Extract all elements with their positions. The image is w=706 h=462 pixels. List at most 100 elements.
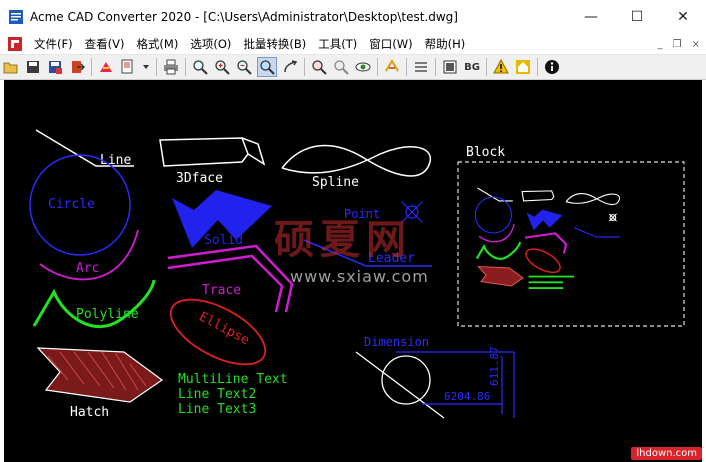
dropdown-button[interactable] (141, 58, 151, 76)
document-icon[interactable] (8, 37, 22, 51)
solid-label: Solid (204, 233, 243, 248)
dimension-label: Dimension (364, 335, 429, 349)
watermark-logo: 硕夏网 (274, 217, 412, 263)
menu-format[interactable]: 格式(M) (130, 36, 184, 52)
zoom-window-icon (193, 60, 208, 75)
ellipse-label: Ellipse (196, 309, 252, 348)
trace-label: Trace (202, 283, 241, 298)
toolbar-separator (185, 58, 186, 76)
warning-button[interactable] (492, 58, 510, 76)
measure-button[interactable] (412, 58, 430, 76)
open-icon (3, 62, 18, 74)
menu-file[interactable]: 文件(F) (28, 36, 79, 52)
menu-bar: 文件(F) 查看(V) 格式(M) 选项(O) 批量转换(B) 工具(T) 窗口… (0, 34, 706, 55)
app-icon (9, 10, 23, 24)
save-button[interactable] (24, 58, 42, 76)
toolbar-separator (377, 58, 378, 76)
convert-icon (100, 62, 112, 72)
measure-icon (415, 62, 427, 72)
title-bar: Acme CAD Converter 2020 - [C:\Users\Admi… (0, 0, 706, 34)
menu-help[interactable]: 帮助(H) (419, 36, 472, 52)
mdi-minimize-button[interactable]: _ (658, 39, 663, 50)
multiline-text-1: MultiLine Text (178, 372, 288, 387)
zoom-out-button[interactable] (235, 58, 253, 76)
hatch-entity (36, 347, 164, 403)
mdi-restore-button[interactable]: ❐ (673, 39, 682, 50)
menu-tools[interactable]: 工具(T) (312, 36, 363, 52)
open-button[interactable] (2, 58, 20, 76)
print-preview-button[interactable] (119, 58, 137, 76)
export-button[interactable] (68, 58, 86, 76)
export-icon (72, 61, 85, 73)
maximize-button[interactable]: ☐ (614, 0, 660, 34)
block-label: Block (466, 145, 505, 160)
arc-label: Arc (76, 261, 99, 276)
save-as-icon (49, 61, 62, 74)
mdi-close-button[interactable]: × (692, 39, 700, 50)
multiline-text-3: Line Text3 (178, 402, 256, 417)
view-icon (355, 62, 371, 72)
warning-icon (493, 59, 509, 74)
block-frame (457, 161, 685, 327)
pan-icon (284, 60, 298, 73)
zoom-previous-button[interactable] (310, 58, 328, 76)
maximize-icon: ☐ (630, 9, 644, 25)
multiline-text-2: Line Text2 (178, 387, 256, 402)
zoom-in-button[interactable] (213, 58, 231, 76)
layer-icon (385, 59, 399, 72)
page-button[interactable] (441, 58, 459, 76)
view-button[interactable] (354, 58, 372, 76)
page-icon (443, 60, 457, 74)
zoom-realtime-icon (260, 60, 275, 75)
menu-view[interactable]: 查看(V) (79, 36, 131, 52)
window-title: Acme CAD Converter 2020 - [C:\Users\Admi… (30, 10, 458, 24)
background-icon: BG (464, 61, 480, 73)
menu-options[interactable]: 选项(O) (184, 36, 237, 52)
zoom-previous-icon (312, 60, 327, 75)
home-button[interactable] (514, 58, 532, 76)
save-as-button[interactable] (46, 58, 64, 76)
dimension-circle (381, 355, 431, 405)
toolbar-separator (304, 58, 305, 76)
zoom-extents-icon (334, 60, 349, 75)
menu-batch-convert[interactable]: 批量转换(B) (237, 36, 312, 52)
menu-window[interactable]: 窗口(W) (363, 36, 418, 52)
toolbar: BG (0, 55, 706, 80)
face3d-entity (159, 137, 266, 167)
background-button[interactable]: BG (463, 58, 481, 76)
layer-button[interactable] (383, 58, 401, 76)
minimize-button[interactable]: — (568, 0, 614, 34)
dropdown-icon (143, 65, 149, 69)
hatch-label: Hatch (70, 405, 109, 420)
minimize-icon: — (584, 9, 598, 25)
info-icon (545, 60, 559, 74)
zoom-realtime-button[interactable] (257, 57, 277, 77)
toolbar-separator (91, 58, 92, 76)
block-contents (474, 187, 621, 289)
close-button[interactable]: ✕ (660, 0, 706, 34)
spline-entity (281, 144, 431, 177)
polyline-label: Polyline (76, 307, 139, 322)
print-preview-icon (121, 59, 133, 74)
site-badge: lhdown.com (631, 447, 702, 460)
pan-button[interactable] (281, 58, 299, 76)
dimension-value-2: 611.87 (488, 346, 501, 386)
zoom-extents-button[interactable] (332, 58, 350, 76)
toolbar-separator (406, 58, 407, 76)
print-button[interactable] (162, 58, 180, 76)
face3d-label: 3Dface (176, 171, 223, 186)
convert-button[interactable] (97, 58, 115, 76)
watermark-url: www.sxiaw.com (290, 267, 429, 286)
toolbar-separator (435, 58, 436, 76)
print-icon (164, 59, 178, 75)
close-icon: ✕ (677, 9, 689, 25)
zoom-in-icon (215, 60, 230, 75)
spline-label: Spline (312, 175, 359, 190)
zoom-window-button[interactable] (191, 58, 209, 76)
info-button[interactable] (543, 58, 561, 76)
dimension-value-1: 6204.86 (444, 390, 490, 403)
drawing-canvas[interactable]: Line 3Dface Spline Circle Solid Arc Poin… (4, 80, 702, 462)
circle-label: Circle (48, 197, 95, 212)
toolbar-separator (156, 58, 157, 76)
toolbar-separator (486, 58, 487, 76)
